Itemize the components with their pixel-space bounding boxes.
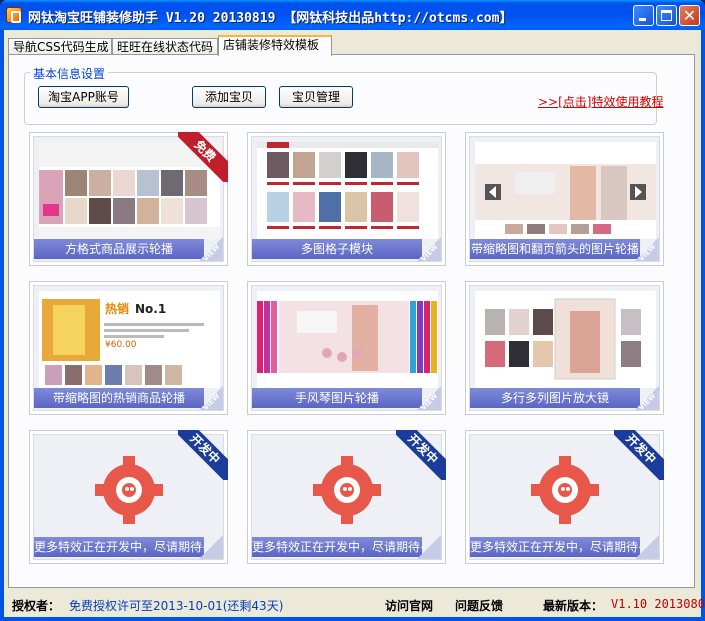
template-thumbnail [475, 291, 656, 388]
tab-page-templates: 基本信息设置 淘宝APP账号 添加宝贝 宝贝管理 >>[点击]特效使用教程 方格… [8, 54, 695, 588]
template-card-hot-item-carousel[interactable]: ¥60.00 热销 No.1 带缩略图的热销商品轮播 VIEW [29, 281, 228, 415]
dev-ribbon: 开发中 [396, 430, 446, 480]
free-ribbon: 免费 [178, 132, 228, 182]
card-inner: ¥60.00 热销 No.1 带缩略图的热销商品轮播 VIEW [33, 285, 224, 411]
template-card-thumb-arrow-carousel[interactable]: 带缩略图和翻页箭头的图片轮播 VIEW [465, 132, 664, 266]
hot-label-text: 热销 [105, 301, 129, 316]
template-card-grid-magnifier[interactable]: 多行多列图片放大镜 VIEW [465, 281, 664, 415]
dev-ribbon-label: 开发中 [614, 430, 664, 480]
template-card-accordion-carousel[interactable]: 手风琴图片轮播 VIEW [247, 281, 446, 415]
card-caption: 更多特效正在开发中，尽请期待~ [252, 537, 422, 557]
template-card-in-development[interactable]: 更多特效正在开发中，尽请期待~ 开发中 [465, 430, 664, 564]
template-thumbnail [257, 142, 438, 239]
latest-version-label: 最新版本： [543, 599, 604, 613]
license-label: 授权者： [12, 599, 61, 613]
taobao-app-account-button[interactable]: 淘宝APP账号 [38, 86, 129, 108]
latest-version-value: V1.10 20130806 [611, 597, 705, 611]
close-icon: ✕ [682, 6, 697, 25]
card-inner: 多行多列图片放大镜 VIEW [469, 285, 660, 411]
minimize-button[interactable] [633, 5, 654, 26]
dev-ribbon: 开发中 [614, 430, 664, 480]
card-caption: 更多特效正在开发中，尽请期待~ [470, 537, 640, 557]
close-button[interactable]: ✕ [679, 5, 700, 26]
card-caption: 方格式商品展示轮播 [34, 239, 204, 259]
feedback-link[interactable]: 问题反馈 [455, 597, 503, 614]
template-thumbnail: ¥60.00 热销 No.1 [39, 291, 220, 388]
card-caption: 带缩略图和翻页箭头的图片轮播 [470, 239, 640, 259]
basic-info-group-title: 基本信息设置 [30, 65, 109, 82]
card-caption: 带缩略图的热销商品轮播 [34, 388, 204, 408]
card-caption: 更多特效正在开发中，尽请期待~ [34, 537, 204, 557]
card-caption: 多图格子模块 [252, 239, 422, 259]
dev-ribbon-label: 开发中 [396, 430, 446, 480]
free-ribbon-label: 免费 [178, 132, 228, 182]
view-corner-icon [199, 535, 223, 559]
tab-shop-templates[interactable]: 店铺装修特效模板 [218, 35, 332, 56]
client-area: 导航CSS代码生成 旺旺在线状态代码 店铺装修特效模板 基本信息设置 淘宝APP… [4, 30, 705, 617]
template-card-in-development[interactable]: 更多特效正在开发中，尽请期待~ 开发中 [247, 430, 446, 564]
template-thumbnail [257, 291, 438, 388]
basic-info-group: 基本信息设置 淘宝APP账号 添加宝贝 宝贝管理 >>[点击]特效使用教程 [24, 65, 663, 125]
card-inner: 多图格子模块 VIEW [251, 136, 442, 262]
window-title: 网钛淘宝旺铺装修助手 V1.20 20130819 【网钛科技出品http://… [28, 11, 513, 26]
license-text: 免费授权许可至2013-10-01(还剩43天) [69, 599, 284, 613]
title-bar[interactable]: 网钛淘宝旺铺装修助手 V1.20 20130819 【网钛科技出品http://… [0, 0, 705, 30]
dev-ribbon: 开发中 [178, 430, 228, 480]
item-manage-button[interactable]: 宝贝管理 [279, 86, 353, 108]
hot-price-text: ¥60.00 [105, 340, 137, 350]
card-inner: 手风琴图片轮播 VIEW [251, 285, 442, 411]
visit-site-link[interactable]: 访问官网 [385, 597, 433, 614]
template-card-multi-grid[interactable]: 多图格子模块 VIEW [247, 132, 446, 266]
app-window: 网钛淘宝旺铺装修助手 V1.20 20130819 【网钛科技出品http://… [0, 0, 705, 621]
view-corner-icon [635, 535, 659, 559]
card-caption: 手风琴图片轮播 [252, 388, 422, 408]
add-item-button[interactable]: 添加宝贝 [192, 86, 266, 108]
card-inner: 带缩略图和翻页箭头的图片轮播 VIEW [469, 136, 660, 262]
tutorial-link[interactable]: >>[点击]特效使用教程 [538, 93, 663, 110]
maximize-button[interactable] [656, 5, 677, 26]
minimize-icon [639, 18, 646, 21]
dev-ribbon-label: 开发中 [178, 430, 228, 480]
maximize-icon [661, 10, 672, 21]
card-caption: 多行多列图片放大镜 [470, 388, 640, 408]
template-card-in-development[interactable]: 更多特效正在开发中，尽请期待~ 开发中 [29, 430, 228, 564]
template-thumbnail [475, 142, 656, 239]
status-bar: 授权者： 免费授权许可至2013-10-01(还剩43天) 访问官网 问题反馈 … [8, 592, 705, 614]
hot-rank-text: No.1 [135, 302, 166, 316]
view-corner-icon [417, 535, 441, 559]
app-icon [6, 7, 22, 23]
template-card-grid-carousel[interactable]: 方格式商品展示轮播 VIEW 免费 [29, 132, 228, 266]
